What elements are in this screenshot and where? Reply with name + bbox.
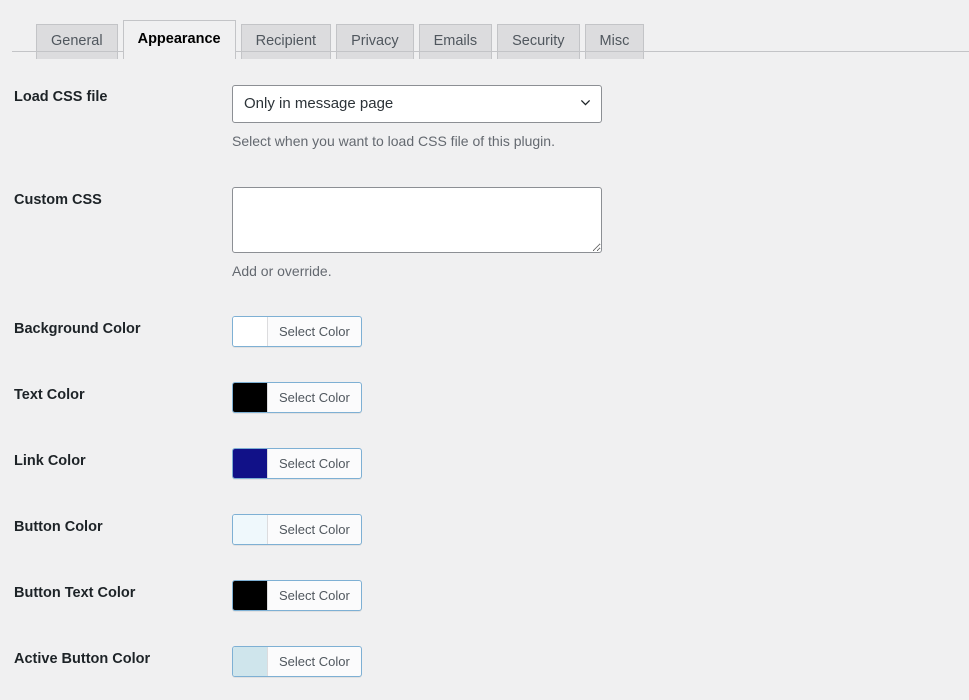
row-button-color: Button Color Select Color — [0, 492, 969, 558]
row-custom-css: Custom CSS Add or override. — [0, 165, 969, 295]
label-text-color: Text Color — [14, 387, 85, 404]
appearance-settings-form: Load CSS file Only in message page Selec… — [0, 72, 969, 690]
button-text-color-button-label: Select Color — [279, 588, 350, 604]
row-background-color: Background Color Select Color — [0, 294, 969, 360]
link-color-picker-button[interactable]: Select Color — [232, 448, 362, 480]
text-color-swatch — [233, 383, 268, 413]
tab-security[interactable]: Security — [497, 24, 580, 59]
tab-general[interactable]: General — [36, 24, 118, 59]
label-button-color: Button Color — [14, 519, 103, 536]
button-text-color-picker-button[interactable]: Select Color — [232, 580, 362, 612]
custom-css-textarea[interactable] — [232, 186, 602, 253]
settings-tab-bar: General Appearance Recipient Privacy Ema… — [0, 0, 969, 59]
button-text-color-swatch — [233, 581, 268, 611]
tab-privacy[interactable]: Privacy — [336, 24, 414, 59]
link-color-swatch — [233, 449, 268, 479]
background-color-picker-button[interactable]: Select Color — [232, 316, 362, 348]
load-css-file-select-wrap: Only in message page — [232, 85, 602, 123]
row-active-button-color: Active Button Color Select Color — [0, 624, 969, 690]
tab-misc[interactable]: Misc — [584, 24, 645, 59]
background-color-swatch — [233, 317, 268, 347]
label-background-color: Background Color — [14, 321, 141, 338]
link-color-button-label: Select Color — [279, 456, 350, 472]
row-load-css-file: Load CSS file Only in message page Selec… — [0, 72, 969, 165]
label-load-css-file: Load CSS file — [14, 89, 108, 105]
button-color-picker-button[interactable]: Select Color — [232, 514, 362, 546]
tab-appearance[interactable]: Appearance — [122, 20, 236, 59]
button-color-swatch — [233, 515, 268, 545]
label-custom-css: Custom CSS — [14, 191, 102, 208]
text-color-picker-button[interactable]: Select Color — [232, 382, 362, 414]
active-button-color-swatch — [233, 647, 268, 677]
load-css-file-select[interactable]: Only in message page — [232, 85, 602, 123]
tab-emails[interactable]: Emails — [418, 24, 493, 59]
label-button-text-color: Button Text Color — [14, 585, 136, 602]
row-text-color: Text Color Select Color — [0, 360, 969, 426]
tab-list: General Appearance Recipient Privacy Ema… — [36, 0, 969, 59]
active-button-color-button-label: Select Color — [279, 654, 350, 670]
label-link-color: Link Color — [14, 453, 86, 470]
load-css-file-help: Select when you want to load CSS file of… — [232, 133, 555, 149]
text-color-button-label: Select Color — [279, 390, 350, 406]
row-link-color: Link Color Select Color — [0, 426, 969, 492]
row-button-text-color: Button Text Color Select Color — [0, 558, 969, 624]
active-button-color-picker-button[interactable]: Select Color — [232, 646, 362, 678]
button-color-button-label: Select Color — [279, 522, 350, 538]
tab-recipient[interactable]: Recipient — [240, 24, 332, 59]
label-active-button-color: Active Button Color — [14, 651, 151, 668]
custom-css-help: Add or override. — [232, 262, 332, 279]
background-color-button-label: Select Color — [279, 324, 350, 340]
